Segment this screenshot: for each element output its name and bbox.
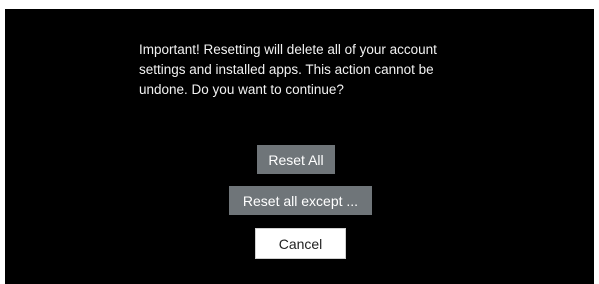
message-line-2: settings and installed apps. This action… xyxy=(139,62,434,77)
message-line-1: Important! Resetting will delete all of … xyxy=(139,42,437,57)
message-line-3: undone. Do you want to continue? xyxy=(139,82,344,97)
cancel-button[interactable]: Cancel xyxy=(255,228,346,259)
reset-all-except-button[interactable]: Reset all except ... xyxy=(229,186,372,215)
reset-dialog-screen: Important! Resetting will delete all of … xyxy=(5,9,594,284)
reset-warning-message: Important! Resetting will delete all of … xyxy=(139,40,479,100)
reset-all-button[interactable]: Reset All xyxy=(257,145,335,174)
